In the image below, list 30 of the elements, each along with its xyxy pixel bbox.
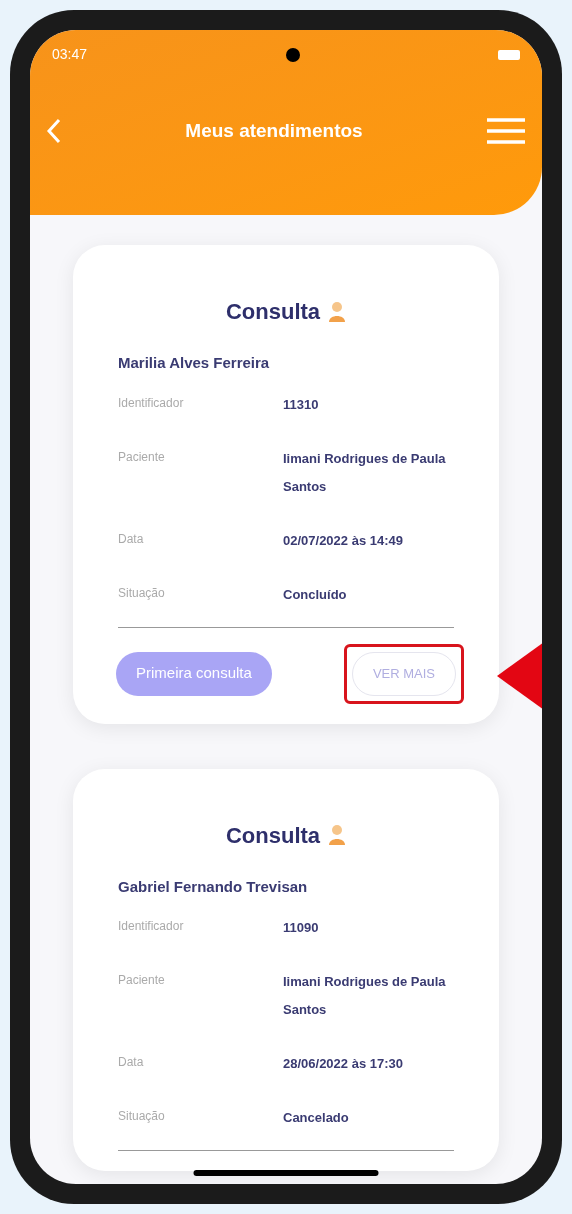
field-value: 02/07/2022 às 14:49 bbox=[283, 531, 403, 550]
battery-icon bbox=[498, 49, 520, 60]
field-label: Data bbox=[118, 530, 145, 548]
field-value: Iimani Rodrigues de Paula Santos bbox=[283, 449, 447, 496]
field-value: Cancelado bbox=[283, 1109, 349, 1127]
field-value: Concluído bbox=[283, 585, 347, 604]
person-icon bbox=[328, 824, 347, 846]
field-label: Situação bbox=[118, 1108, 166, 1125]
field-label: Paciente bbox=[118, 972, 166, 989]
card-title: Consulta bbox=[225, 821, 321, 850]
field-label: Situação bbox=[118, 584, 166, 602]
field-value: 11090 bbox=[283, 919, 319, 937]
field-label: Data bbox=[118, 1054, 145, 1071]
field-label: Paciente bbox=[118, 448, 166, 466]
camera-icon bbox=[285, 47, 300, 62]
see-more-button[interactable]: VER MAIS bbox=[351, 651, 456, 696]
page-title: Meus atendimentos bbox=[185, 119, 363, 143]
first-consultation-button[interactable]: Primeira consulta bbox=[116, 651, 272, 696]
card-title: Consulta bbox=[225, 298, 321, 326]
field-value: 28/06/2022 às 17:30 bbox=[283, 1055, 403, 1073]
back-icon[interactable] bbox=[46, 118, 62, 145]
field-value: 11310 bbox=[283, 395, 319, 414]
field-label: Identificador bbox=[118, 394, 185, 412]
status-time: 03:47 bbox=[52, 45, 88, 64]
field-value: Iimani Rodrigues de Paula Santos bbox=[283, 973, 447, 1019]
doctor-name: Gabriel Fernando Trevisan bbox=[118, 876, 309, 897]
person-icon bbox=[328, 300, 347, 323]
menu-icon[interactable] bbox=[486, 117, 526, 146]
doctor-name: Marilia Alves Ferreira bbox=[118, 353, 271, 373]
field-label: Identificador bbox=[118, 918, 185, 935]
